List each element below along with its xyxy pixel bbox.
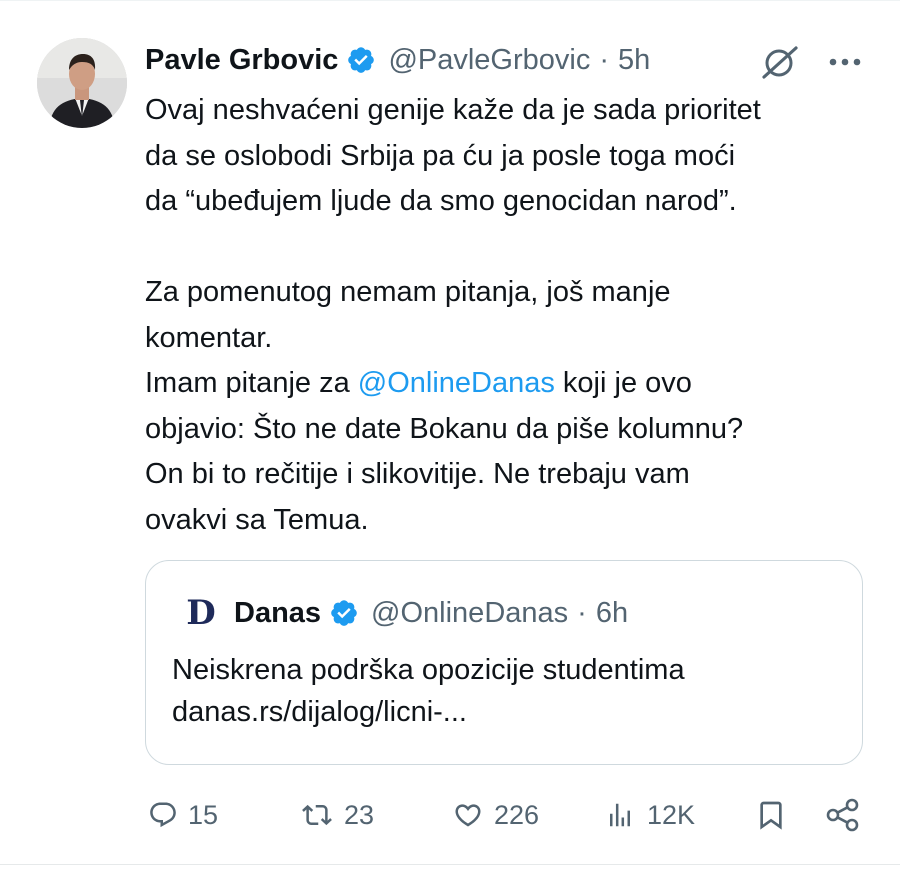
top-divider [0, 0, 900, 1]
quoted-tweet-header: D Danas @OnlineDanas · 6h [182, 593, 628, 633]
quoted-author-name[interactable]: Danas [234, 597, 321, 630]
tweet-text-fragment: koji je ovo [554, 367, 692, 399]
mention-link[interactable]: @OnlineDanas [358, 367, 555, 399]
views-button[interactable]: 12K [603, 790, 695, 840]
views-count: 12K [647, 799, 696, 830]
author-handle[interactable]: @PavleGrbovic [388, 44, 590, 77]
tweet-actions-bar: 15 23 226 12K [145, 790, 865, 840]
separator-dot: · [577, 596, 587, 629]
tweet-line: da “ubeđujem ljude da smo genocidan naro… [145, 185, 737, 217]
author-avatar[interactable] [37, 38, 127, 128]
repost-button[interactable]: 23 [300, 790, 374, 840]
tweet-line: Imam pitanje za @OnlineDanas koji je ovo [145, 361, 865, 407]
verified-badge-icon[interactable] [346, 45, 376, 75]
quoted-tweet-text: Neiskrena podrška opozicije studentima d… [172, 649, 852, 733]
author-name[interactable]: Pavle Grbovic [145, 44, 338, 77]
danas-logo[interactable]: D [182, 593, 220, 633]
share-icon [826, 798, 859, 832]
tweet-line: Ovaj neshvaćeni genije kaže da je sada p… [145, 94, 761, 126]
tweet-line-break [145, 225, 865, 271]
like-button[interactable]: 226 [452, 790, 539, 840]
bookmark-icon [760, 801, 782, 830]
tweet-line: objavio: Što ne date Bokanu da piše kolu… [145, 412, 744, 445]
reply-button[interactable]: 15 [148, 790, 218, 840]
bottom-divider [0, 864, 900, 865]
tweet-header: Pavle Grbovic @PavleGrbovic · 5h [145, 40, 650, 80]
grok-icon[interactable] [760, 44, 800, 80]
repost-icon [302, 804, 332, 826]
tweet-line: On bi to rečitije i slikovitije. Ne treb… [145, 458, 690, 490]
quoted-tweet-link[interactable]: danas.rs/dijalog/licni-... [172, 691, 852, 733]
tweet-line: ovakvi sa Temua. [145, 503, 369, 536]
tweet-line: Za pomenutog nemam pitanja, još manje [145, 276, 671, 308]
tweet-text: Ovaj neshvaćeni genije kaže da je sada p… [145, 88, 865, 543]
tweet-line: da se oslobodi Srbija pa ću ja posle tog… [145, 139, 736, 172]
share-button[interactable] [825, 790, 861, 840]
repost-count: 23 [344, 799, 375, 830]
reply-icon [150, 802, 176, 828]
tweet-text-fragment: Imam pitanje za [145, 367, 358, 399]
more-icon[interactable] [825, 48, 865, 76]
quoted-author-handle[interactable]: @OnlineDanas [371, 597, 568, 630]
like-icon [455, 804, 481, 827]
separator-dot: · [599, 43, 610, 76]
quoted-tweet-timestamp[interactable]: 6h [596, 597, 628, 630]
like-count: 226 [494, 799, 540, 830]
reply-count: 15 [188, 799, 219, 830]
tweet-line: komentar. [145, 321, 273, 354]
tweet-timestamp[interactable]: 5h [618, 44, 650, 77]
verified-badge-icon[interactable] [329, 598, 359, 628]
bookmark-button[interactable] [755, 790, 787, 840]
views-icon [610, 803, 630, 827]
quoted-tweet-line: Neiskrena podrška opozicije studentima [172, 654, 685, 686]
quoted-tweet-card[interactable]: D Danas @OnlineDanas · 6h Neiskrena podr… [145, 560, 863, 765]
